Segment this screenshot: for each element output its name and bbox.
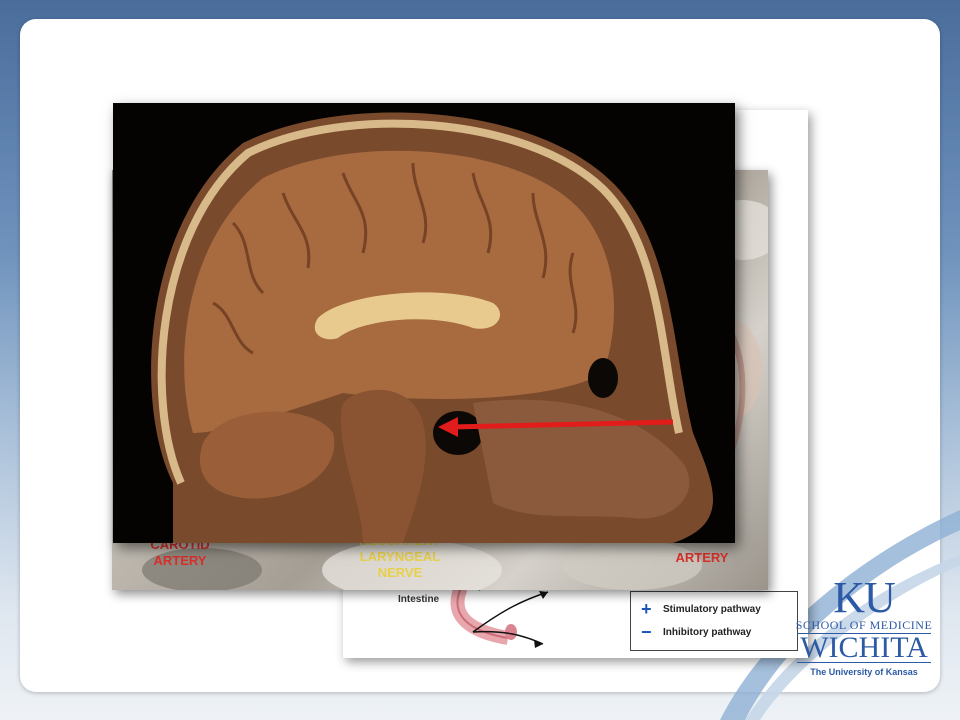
brain-sagittal-image (113, 103, 735, 543)
logo-university-text: The University of Kansas (810, 667, 918, 677)
brain-section-drawing (151, 112, 713, 543)
minus-icon: − (641, 622, 652, 642)
legend-stimulatory-text: Stimulatory pathway (663, 603, 761, 615)
intestine-label: Intestine (398, 594, 440, 605)
plus-icon: + (641, 599, 652, 619)
pathway-legend: + Stimulatory pathway − Inhibitory pathw… (630, 591, 798, 651)
logo-ku-text: KU (833, 573, 896, 622)
legend-row-inhibitory: − Inhibitory pathway (641, 623, 751, 641)
legend-inhibitory-text: Inhibitory pathway (663, 626, 752, 638)
ku-school-of-medicine-logo: KU SCHOOL OF MEDICINE WICHITA The Univer… (793, 573, 935, 678)
logo-wichita-text: WICHITA (797, 633, 931, 663)
legend-row-stimulatory: + Stimulatory pathway (641, 600, 761, 618)
artery-label: ARTERY (675, 550, 729, 565)
